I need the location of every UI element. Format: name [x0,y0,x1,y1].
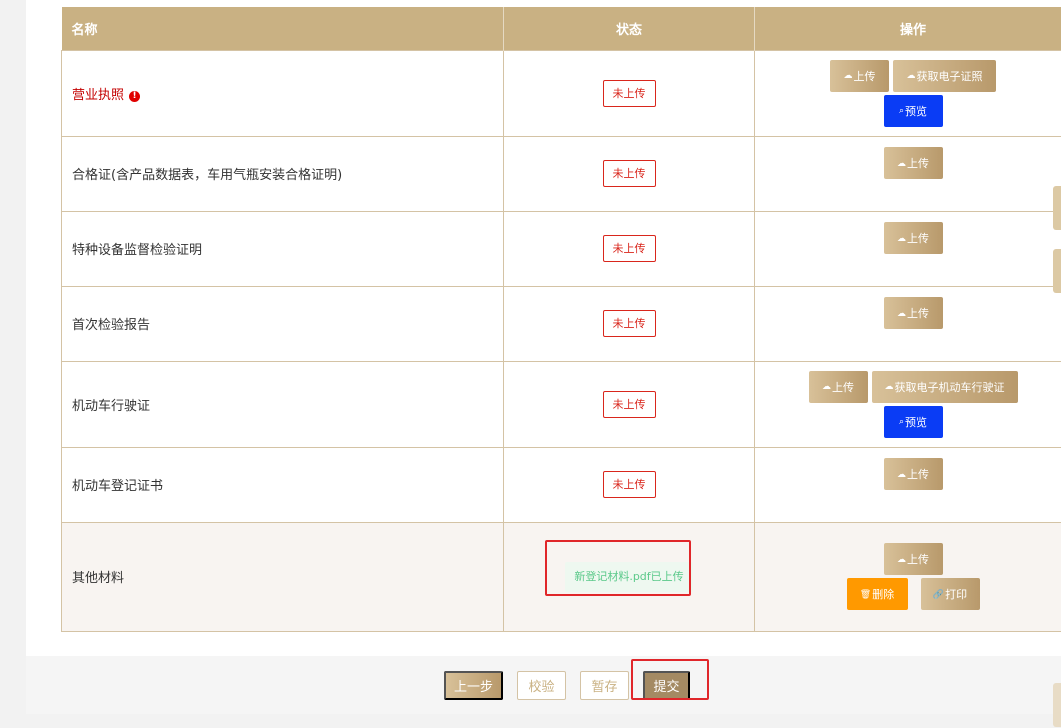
upload-button[interactable]: ☁ 上传 [883,297,943,329]
status-badge: 未上传 [602,235,656,262]
get-e-license-label: 获取电子证照 [916,70,983,83]
header-status: 状态 [503,7,755,50]
name-cell: 营业执照! [61,49,504,137]
status-cell: 未上传 [503,360,755,448]
table-header-row: 名称 状态 操作 [61,7,1061,50]
status-cell: 未上传 [503,49,755,137]
status-badge: 未上传 [602,390,656,418]
print-label: 打印 [945,589,968,601]
table-row: 合格证(含产品数据表，车用气瓶安装合格证明) 未上传 ☁ 上传 [61,135,1061,212]
status-cell: 未上传 [503,210,755,287]
ops-cell: ☁ 上传 ☁ 获取电子证照 ⌕ 预览 [754,49,1061,137]
ops-cell: ☁ 上传 [754,210,1061,287]
upload-label: 上传 [832,381,854,394]
highlight-box-uploaded [545,540,691,596]
row-name: 机动车行驶证 [61,360,504,448]
highlight-box-submit [631,659,709,700]
cloud-upload-icon: ☁ [884,381,894,391]
delete-button[interactable]: 🗑 删除 [846,578,908,610]
get-e-license-button[interactable]: ☁ 获取电子证照 [893,59,996,92]
row-name: 特种设备监督检验证明 [61,210,504,287]
prev-step-button[interactable]: 上一步 [444,671,503,700]
upload-label: 上传 [907,233,929,245]
upload-button[interactable]: ☁ 上传 [883,543,943,575]
status-badge: 未上传 [602,160,656,187]
upload-label: 上传 [907,554,929,566]
table-row: 营业执照! 未上传 ☁ 上传 ☁ 获取电子证照 ⌕ 预览 [61,49,1061,137]
row-name: 首次检验报告 [61,285,504,362]
cloud-upload-icon: ☁ [897,157,906,168]
header-ops: 操作 [754,7,1061,50]
side-tab[interactable] [1053,186,1061,230]
delete-label: 删除 [872,589,895,601]
ops-cell: ☁ 上传 [754,135,1061,212]
verify-button[interactable]: 校验 [517,671,566,700]
side-tab[interactable] [1053,249,1061,293]
print-button[interactable]: 🔗 打印 [920,578,980,610]
upload-button[interactable]: ☁ 上传 [883,458,943,490]
upload-label: 上传 [853,70,876,83]
ops-cell: ☁ 上传 [754,446,1061,523]
scroll-top-tab[interactable] [1053,683,1061,727]
upload-button[interactable]: ☁ 上传 [830,59,889,92]
table-row: 特种设备监督检验证明 未上传 ☁ 上传 [61,210,1061,287]
status-badge: 未上传 [602,79,656,107]
materials-table: 名称 状态 操作 营业执照! 未上传 ☁ 上传 ☁ 获取电子证照 ⌕ 预览 合格… [61,7,1061,632]
get-e-vehicle-license-button[interactable]: ☁ 获取电子机动车行驶证 [871,370,1018,403]
link-icon: 🔗 [932,588,945,599]
header-name: 名称 [61,7,504,50]
search-icon: ⌕ [898,105,905,115]
status-cell: 未上传 [503,285,755,362]
cloud-upload-icon: ☁ [906,70,916,80]
table-row: 机动车登记证书 未上传 ☁ 上传 [61,446,1061,523]
upload-button[interactable]: ☁ 上传 [883,147,943,179]
ops-cell: ☁ 上传 🗑 删除 🔗 打印 [754,521,1061,632]
ops-cell: ☁ 上传 ☁ 获取电子机动车行驶证 ⌕ 预览 [754,360,1061,448]
upload-button[interactable]: ☁ 上传 [883,222,943,254]
preview-label: 预览 [905,105,928,118]
status-badge: 未上传 [602,310,656,337]
preview-label: 预览 [905,416,928,429]
cloud-upload-icon: ☁ [897,232,906,243]
row-name: 机动车登记证书 [61,446,504,523]
status-badge: 未上传 [602,471,656,498]
table-row: 首次检验报告 未上传 ☁ 上传 [61,285,1061,362]
upload-label: 上传 [907,308,929,320]
table-row: 机动车行驶证 未上传 ☁ 上传 ☁ 获取电子机动车行驶证 ⌕ 预览 [61,360,1061,448]
ops-cell: ☁ 上传 [754,285,1061,362]
row-name: 其他材料 [61,521,504,632]
search-icon: ⌕ [898,416,905,426]
save-draft-button[interactable]: 暂存 [580,671,629,700]
status-cell: 未上传 [503,446,755,523]
upload-button[interactable]: ☁ 上传 [808,370,868,403]
preview-button[interactable]: ⌕ 预览 [883,405,943,438]
row-name: 营业执照 [72,87,125,103]
cloud-upload-icon: ☁ [897,307,906,318]
trash-icon: 🗑 [859,588,872,599]
get-e-vehicle-license-label: 获取电子机动车行驶证 [894,381,1005,394]
cloud-upload-icon: ☁ [897,468,906,479]
status-cell: 未上传 [503,135,755,212]
row-name: 合格证(含产品数据表，车用气瓶安装合格证明) [61,135,504,212]
cloud-upload-icon: ☁ [822,381,831,391]
upload-label: 上传 [907,158,929,170]
upload-label: 上传 [907,469,929,481]
cloud-upload-icon: ☁ [897,553,906,564]
preview-button[interactable]: ⌕ 预览 [883,94,943,127]
cloud-upload-icon: ☁ [843,70,853,80]
exclamation-circle-icon: ! [129,90,141,102]
